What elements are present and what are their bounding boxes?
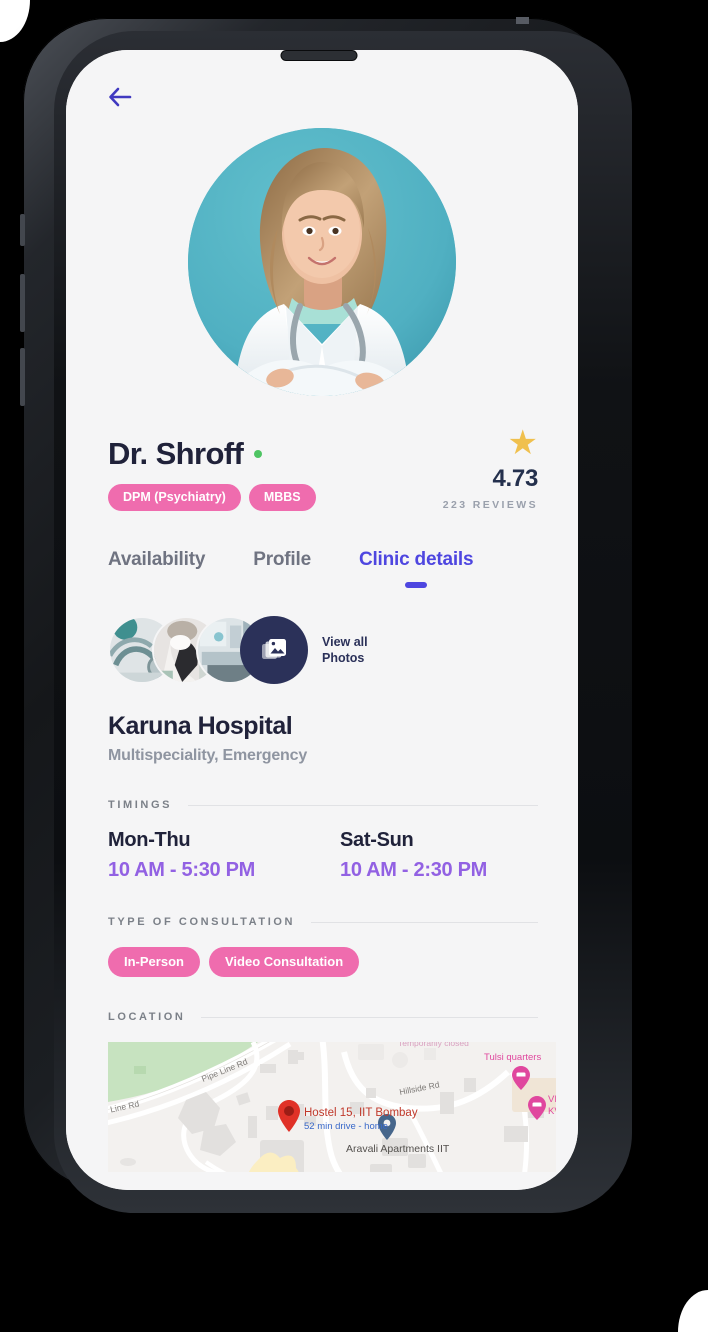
doctor-name-line: Dr. Shroff [108, 436, 316, 471]
tab-availability[interactable]: Availability [108, 549, 205, 571]
phone-volume-up-button [20, 274, 25, 332]
qualification-chip-list: DPM (Psychiatry) MBBS [108, 483, 316, 511]
consultation-type-chip[interactable]: Video Consultation [208, 947, 360, 977]
map-primary-sublabel: 52 min drive - home [304, 1121, 388, 1132]
doctor-summary-row: Dr. Shroff DPM (Psychiatry) MBBS ★ 4.73 … [66, 396, 578, 511]
view-all-photos-label[interactable]: View all Photos [322, 634, 368, 666]
decorative-corner-arc-top-left [0, 0, 30, 42]
phone-screen: Dr. Shroff DPM (Psychiatry) MBBS ★ 4.73 … [66, 50, 578, 1190]
doctor-portrait-illustration [188, 128, 456, 396]
tab-label: Availability [108, 549, 206, 570]
phone-antenna-band-top [516, 17, 529, 24]
consultation-type-list: In-Person Video Consultation [66, 928, 578, 977]
location-section-header: LOCATION [66, 1011, 578, 1023]
clinic-specialities: Multispeciality, Emergency [108, 747, 308, 764]
avatar [188, 128, 456, 396]
online-status-dot [254, 450, 263, 459]
section-divider [188, 804, 538, 806]
consultation-section-header: TYPE OF CONSULTATION [66, 916, 578, 928]
section-divider [311, 921, 538, 923]
view-all-line-1: View all [322, 635, 368, 649]
clinic-photos-strip: View all Photos [66, 571, 578, 684]
phone-volume-down-button [20, 348, 25, 406]
map-primary-label: Hostel 15, IIT Bombay [304, 1107, 418, 1119]
photo-stack-icon [262, 639, 286, 659]
map-poi-label: Tulsi quarters [484, 1052, 541, 1063]
map-poi-label: KV [548, 1106, 556, 1117]
tab-label: Profile [253, 549, 311, 570]
section-label: TIMINGS [108, 799, 173, 811]
phone-silent-switch [20, 214, 25, 246]
qualification-chip[interactable]: MBBS [248, 483, 316, 511]
map-poi-status: Temporarily closed [398, 1042, 469, 1048]
timing-days: Mon-Thu [108, 829, 191, 851]
qualification-chip[interactable]: DPM (Psychiatry) [108, 483, 241, 511]
clinic-name: Karuna Hospital [108, 712, 293, 740]
location-map[interactable]: Pipe Line Rd e Line Rd Hillside Rd Tempo… [108, 1042, 556, 1172]
back-button[interactable] [104, 80, 138, 114]
timing-entry: Sat-Sun 10 AM - 2:30 PM [340, 829, 572, 882]
profile-tabs: Availability Profile Clinic details [66, 511, 578, 588]
star-icon: ★ [507, 424, 538, 462]
tab-profile[interactable]: Profile [253, 549, 311, 571]
section-label: LOCATION [108, 1011, 186, 1023]
timing-days: Sat-Sun [340, 829, 414, 851]
doctor-profile-screen: Dr. Shroff DPM (Psychiatry) MBBS ★ 4.73 … [66, 50, 578, 1190]
timing-entry: Mon-Thu 10 AM - 5:30 PM [108, 829, 340, 882]
arrow-left-icon [109, 87, 132, 107]
active-tab-indicator [405, 582, 428, 588]
doctor-name: Dr. Shroff [108, 436, 244, 471]
view-all-photos-button[interactable] [240, 616, 308, 684]
map-poi-label: Aravali Apartments IIT [346, 1143, 450, 1155]
doctor-identity: Dr. Shroff DPM (Psychiatry) MBBS [108, 424, 316, 511]
decorative-corner-arc-bottom-right [678, 1290, 708, 1332]
phone-mockup-frame: Dr. Shroff DPM (Psychiatry) MBBS ★ 4.73 … [20, 17, 632, 1213]
doctor-avatar-wrap [66, 128, 578, 396]
review-count: 223 REVIEWS [442, 499, 538, 511]
timing-hours: 10 AM - 2:30 PM [340, 859, 488, 881]
screenshot-stage: Dr. Shroff DPM (Psychiatry) MBBS ★ 4.73 … [0, 0, 708, 1332]
section-label: TYPE OF CONSULTATION [108, 916, 296, 928]
timings-section-header: TIMINGS [66, 799, 578, 811]
timings-list: Mon-Thu 10 AM - 5:30 PM Sat-Sun 10 AM - … [66, 811, 578, 882]
view-all-line-2: Photos [322, 651, 365, 665]
clinic-info: Karuna Hospital Multispeciality, Emergen… [66, 684, 578, 765]
timing-hours: 10 AM - 5:30 PM [108, 859, 256, 881]
rating-block: ★ 4.73 223 REVIEWS [442, 424, 539, 511]
map-canvas: Pipe Line Rd e Line Rd Hillside Rd Tempo… [108, 1042, 556, 1172]
tab-label: Clinic details [358, 549, 474, 570]
section-divider [201, 1016, 538, 1018]
tab-clinic-details[interactable]: Clinic details [358, 549, 474, 588]
map-poi-label: VIE [548, 1094, 556, 1105]
consultation-type-chip[interactable]: In-Person [108, 947, 200, 977]
rating-value: 4.73 [492, 465, 538, 492]
phone-earpiece-speaker [281, 51, 357, 60]
